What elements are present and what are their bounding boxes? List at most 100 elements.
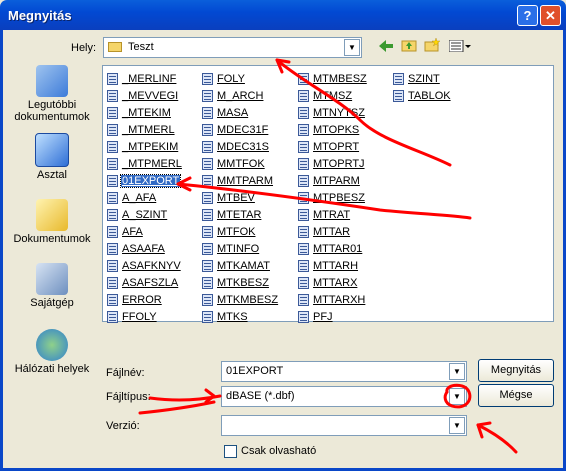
file-list[interactable]: _MERLINF _MEVVEGI _MTEKIM _MTMERL _MTPEKIM _M… xyxy=(102,65,554,323)
cancel-button[interactable]: Mégse xyxy=(478,384,554,407)
file-name: ASAFSZLA xyxy=(122,277,179,289)
dbf-file-icon xyxy=(393,90,404,102)
dbf-file-icon xyxy=(107,243,118,255)
filename-value: 01EXPORT xyxy=(226,365,284,377)
file-name: MTETAR xyxy=(217,209,262,221)
file-name: ASAAFA xyxy=(122,243,165,255)
dbf-file-icon xyxy=(298,277,309,289)
dbf-file-icon xyxy=(298,124,309,136)
dbf-file-icon xyxy=(202,141,213,153)
dbf-file-icon xyxy=(393,73,404,85)
dbf-file-icon xyxy=(107,73,118,85)
file-name: A_AFA xyxy=(122,192,157,204)
filename-combo[interactable]: 01EXPORT ▼ xyxy=(221,361,467,382)
dbf-file-icon xyxy=(298,226,309,238)
back-icon[interactable] xyxy=(376,38,396,58)
dbf-file-icon xyxy=(202,294,213,306)
dbf-file-icon xyxy=(298,209,309,221)
dbf-file-icon xyxy=(298,90,309,102)
dbf-file-icon xyxy=(107,192,118,204)
new-folder-icon[interactable] xyxy=(422,37,442,58)
place-recent-documents[interactable]: Legutóbbi dokumentumok xyxy=(8,65,96,123)
filetype-dropdown-button[interactable]: ▼ xyxy=(449,388,465,405)
file-name: _MTMERL xyxy=(122,124,175,136)
version-combo[interactable]: ▼ xyxy=(221,415,467,436)
views-menu-icon[interactable] xyxy=(446,38,474,58)
file-name: TABLOK xyxy=(408,90,451,102)
file-name: FOLY xyxy=(217,73,245,85)
dbf-file-icon xyxy=(298,243,309,255)
filename-dropdown-button[interactable]: ▼ xyxy=(449,363,465,380)
dbf-file-icon xyxy=(202,277,213,289)
dbf-file-icon xyxy=(107,175,118,187)
filetype-label: Fájltípus: xyxy=(106,391,151,403)
window-frame-left xyxy=(0,30,3,471)
place-label: Hálózati helyek xyxy=(14,363,90,375)
dbf-file-icon xyxy=(202,260,213,272)
dbf-file-icon xyxy=(107,311,118,323)
dbf-file-icon xyxy=(202,192,213,204)
place-my-documents[interactable]: Dokumentumok xyxy=(8,199,96,245)
place-desktop[interactable]: Asztal xyxy=(8,133,96,181)
dbf-file-icon xyxy=(107,90,118,102)
dbf-file-icon xyxy=(107,294,118,306)
place-label: Sajátgép xyxy=(30,297,74,309)
file-name: MTMSZ xyxy=(313,90,353,102)
dbf-file-icon xyxy=(202,226,213,238)
place-my-computer[interactable]: Sajátgép xyxy=(8,263,96,309)
file-name: MASA xyxy=(217,107,249,119)
file-name: _MTPEKIM xyxy=(122,141,179,153)
file-name: MTPBESZ xyxy=(313,192,365,204)
file-name: _MEVVEGI xyxy=(122,90,179,102)
place-label: Dokumentumok xyxy=(13,233,91,245)
readonly-checkbox[interactable] xyxy=(224,445,237,458)
file-name: _MERLINF xyxy=(122,73,177,85)
dbf-file-icon xyxy=(107,209,118,221)
recent-documents-icon xyxy=(36,65,68,97)
file-name: MTNYTSZ xyxy=(313,107,365,119)
file-name: MTTAR xyxy=(313,226,351,238)
dbf-file-icon xyxy=(107,260,118,272)
file-name: MTBEV xyxy=(217,192,255,204)
dbf-file-icon xyxy=(202,209,213,221)
file-name: PFJ xyxy=(313,311,333,323)
up-folder-icon[interactable] xyxy=(399,38,419,58)
filetype-combo[interactable]: dBASE (*.dbf) ▼ xyxy=(221,386,467,407)
dbf-file-icon xyxy=(107,124,118,136)
file-name: MTMBESZ xyxy=(313,73,367,85)
location-dropdown-button[interactable]: ▼ xyxy=(344,39,360,56)
help-button[interactable]: ? xyxy=(517,5,538,26)
file-name: FFOLY xyxy=(122,311,157,323)
dbf-file-icon xyxy=(107,277,118,289)
network-places-icon xyxy=(36,329,68,361)
dialog-title: Megnyitás xyxy=(8,8,72,23)
file-name: MTTARH xyxy=(313,260,359,272)
open-dialog: Megnyitás ? ✕ Hely: Teszt ▼ Legutóbbi do… xyxy=(0,0,566,471)
version-dropdown-button[interactable]: ▼ xyxy=(449,417,465,434)
file-name: MTPARM xyxy=(313,175,360,187)
dbf-file-icon xyxy=(202,90,213,102)
location-combo[interactable]: Teszt ▼ xyxy=(103,37,362,58)
dbf-file-icon xyxy=(202,73,213,85)
location-label: Hely: xyxy=(71,42,97,54)
file-name: MTTARXH xyxy=(313,294,366,306)
my-computer-icon xyxy=(36,263,68,295)
close-button[interactable]: ✕ xyxy=(540,5,561,26)
dbf-file-icon xyxy=(202,175,213,187)
dbf-file-icon xyxy=(298,107,309,119)
file-name: _MTEKIM xyxy=(122,107,171,119)
file-name: MTKMBESZ xyxy=(217,294,279,306)
annotation-stroke xyxy=(476,423,518,454)
title-bar: Megnyitás ? ✕ xyxy=(0,0,566,30)
dbf-file-icon xyxy=(107,107,118,119)
dbf-file-icon xyxy=(202,243,213,255)
location-value: Teszt xyxy=(128,41,154,53)
folder-icon xyxy=(108,42,122,52)
file-name: MTOPRTJ xyxy=(313,158,365,170)
place-network[interactable]: Hálózati helyek xyxy=(8,329,96,375)
annotation-arrowhead xyxy=(204,388,216,404)
dbf-file-icon xyxy=(202,158,213,170)
open-button[interactable]: Megnyitás xyxy=(478,359,554,382)
file-name: M_ARCH xyxy=(217,90,264,102)
version-label: Verzió: xyxy=(106,420,140,432)
